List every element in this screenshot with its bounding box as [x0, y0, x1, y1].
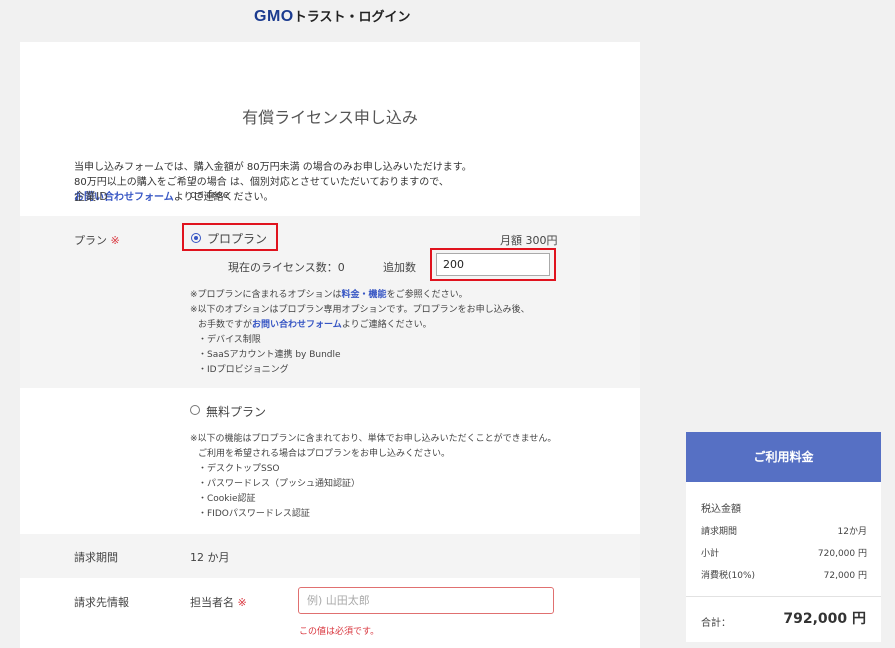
intro-text: 当申し込みフォームでは、購入金額が 80万円未満 の場合のみお申し込みいただけま…	[74, 160, 472, 205]
summary-divider	[686, 596, 881, 597]
pro-option-item: ・IDプロビジョニング	[198, 365, 289, 375]
pro-note-3: お手数ですがお問い合わせフォームよりご連絡ください。	[190, 318, 530, 333]
price-summary-panel: ご利用料金 税込金額 請求期間 12か月 小計 720,000 円 消費税(10%)…	[686, 432, 881, 642]
summary-row: 消費税(10%) 72,000 円	[701, 568, 867, 581]
pro-plan-radio[interactable]	[191, 233, 201, 243]
free-note-1: ※以下の機能はプロプランに含まれており、単体でお申し込みいただくことができません…	[190, 434, 557, 444]
logo-product: トラスト・ログイン	[293, 9, 411, 24]
pro-note-2: ※以下のオプションはプロプラン専用オプションです。プロプランをお申し込み後、	[190, 305, 530, 315]
contact-name-label: 担当者名 ※	[190, 594, 247, 610]
add-count-label: 追加数	[383, 261, 416, 274]
pro-option-item: ・SaaSアカウント連携 by Bundle	[198, 350, 341, 360]
plan-label: プラン ※	[74, 232, 120, 248]
free-plan-notes: ※以下の機能はプロプランに含まれており、単体でお申し込みいただくことができません…	[190, 432, 556, 522]
pricing-features-link[interactable]: 料金・機能	[342, 290, 387, 300]
billing-period-label: 請求期間	[74, 551, 118, 564]
free-plan-label[interactable]: 無料プラン	[206, 403, 266, 420]
contact-name-error: この値は必須です。	[299, 627, 380, 637]
pro-option-item: ・デバイス制限	[198, 335, 261, 345]
pro-plan-label[interactable]: プロプラン	[207, 230, 267, 247]
required-mark: ※	[110, 234, 120, 247]
intro-line-2: 80万円以上の購入をご希望の場合 は、個別対応とさせていただいておりますので、	[74, 177, 449, 188]
pro-plan-price: 月額 300円	[500, 234, 558, 247]
summary-row-label: 小計	[701, 549, 720, 559]
contact-name-label-text: 担当者名	[190, 596, 234, 609]
top-bar: GMOトラスト・ログイン	[0, 0, 895, 40]
free-note-2: ご利用を希望される場合はプロプランをお申し込みください。	[198, 449, 451, 459]
pro-plan-notes: ※プロプランに含まれるオプションは料金・機能をご参照ください。 ※以下のオプショ…	[190, 288, 530, 378]
application-form-card: 有償ライセンス申し込み 当申し込みフォームでは、購入金額が 80万円未満 の場合…	[20, 42, 640, 648]
pro-note-3-pre: お手数ですが	[198, 320, 253, 330]
pro-note-3-post: よりご連絡ください。	[341, 320, 432, 330]
required-mark: ※	[237, 596, 247, 609]
company-id-value: qa-free	[190, 188, 230, 201]
summary-row-label: 請求期間	[701, 527, 738, 537]
summary-title: 税込金額	[701, 504, 741, 515]
billing-period-value: 12 か月	[190, 551, 230, 564]
free-plan-radio[interactable]	[190, 405, 200, 415]
intro-line-1: 当申し込みフォームでは、購入金額が 80万円未満 の場合のみお申し込みいただけま…	[74, 162, 472, 173]
summary-row-value: 72,000 円	[823, 571, 867, 581]
page-title: 有償ライセンス申し込み	[242, 108, 418, 127]
summary-total-value: 792,000 円	[783, 611, 866, 627]
pro-contact-form-link[interactable]: お問い合わせフォーム	[252, 320, 342, 330]
free-option-item: ・FIDOパスワードレス認証	[198, 509, 310, 519]
summary-row-value: 720,000 円	[817, 549, 867, 559]
free-option-item: ・デスクトップSSO	[198, 464, 280, 474]
free-option-item: ・パスワードレス（プッシュ通知認証）	[198, 479, 361, 489]
billing-info-label: 請求先情報	[74, 596, 129, 609]
contact-name-input[interactable]	[298, 587, 554, 614]
gmo-trust-login-logo[interactable]: GMOトラスト・ログイン	[254, 6, 410, 26]
pro-note-1: ※プロプランに含まれるオプションは料金・機能をご参照ください。	[190, 288, 530, 303]
add-count-input[interactable]	[436, 253, 550, 276]
summary-total-label: 合計：	[701, 618, 731, 629]
pro-note-1-pre: ※プロプランに含まれるオプションは	[190, 290, 342, 300]
summary-row: 請求期間 12か月	[701, 524, 867, 537]
summary-row: 小計 720,000 円	[701, 546, 867, 559]
summary-row-value: 12か月	[837, 527, 867, 537]
logo-gmo: GMO	[254, 8, 294, 25]
plan-label-text: プラン	[74, 234, 107, 247]
current-license-count: 現在のライセンス数：0	[228, 261, 345, 274]
intro-line-3: お問い合わせフォームよりご連絡ください。	[74, 190, 472, 205]
summary-heading: ご利用料金	[686, 432, 881, 482]
company-id-label: 企業ID	[74, 190, 108, 203]
free-option-item: ・Cookie認証	[198, 494, 256, 504]
summary-row-label: 消費税(10%)	[701, 571, 756, 581]
pro-note-1-post: をご参照ください。	[386, 290, 468, 300]
